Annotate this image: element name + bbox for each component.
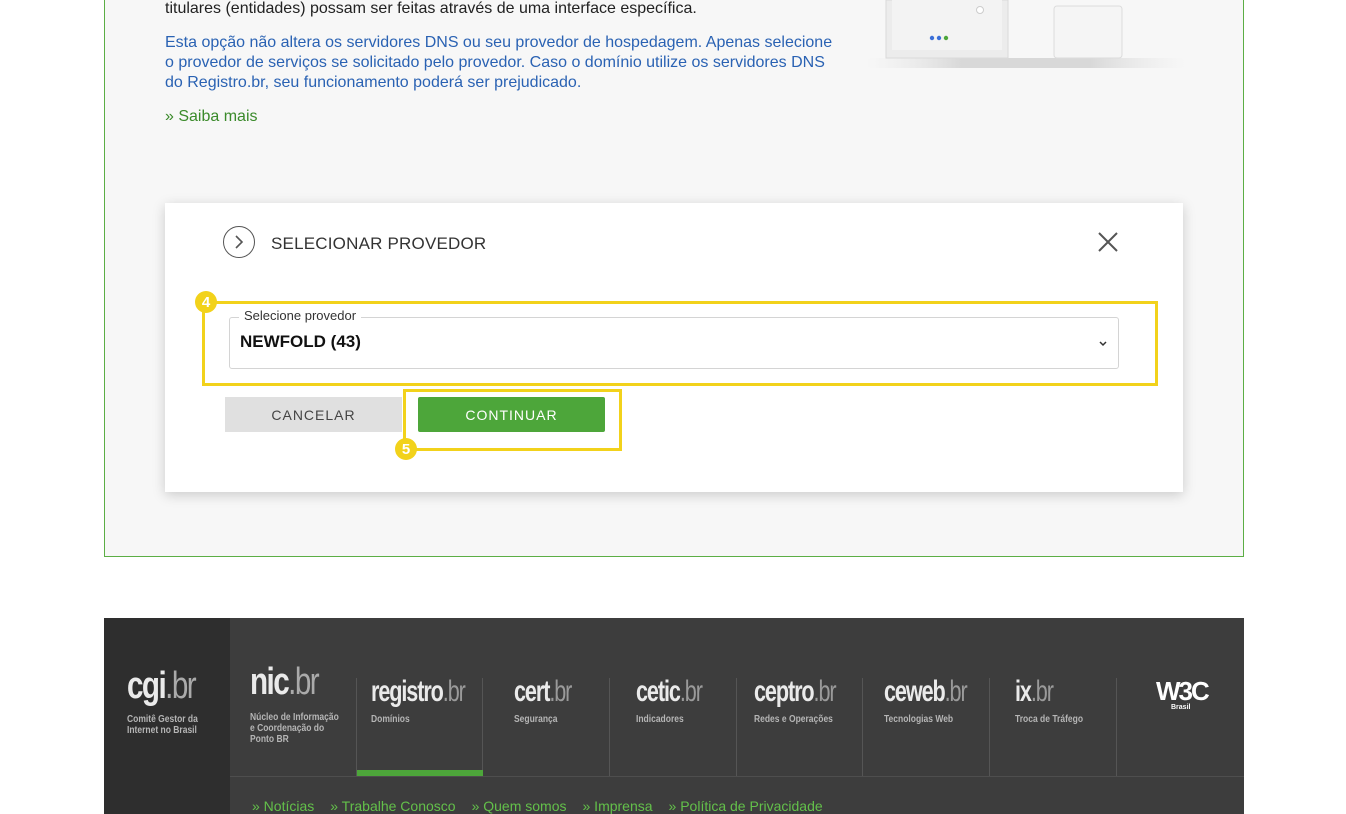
footer-divider — [230, 776, 1244, 777]
step-5-badge: 5 — [395, 438, 417, 460]
chevron-right-circle-icon — [223, 226, 255, 258]
continue-highlight — [403, 389, 622, 451]
registro-logo[interactable]: registro.br Domínios — [371, 676, 501, 726]
nic-logo[interactable]: nic.br Núcleo de Informação e Coordenaçã… — [250, 662, 354, 745]
ix-logo[interactable]: ix.br Troca de Tráfego — [1015, 676, 1095, 726]
modal-title: SELECIONAR PROVEDOR — [271, 234, 487, 253]
footer-separator — [609, 678, 610, 776]
cgi-logo[interactable]: cgi.br Comitê Gestor da Internet no Bras… — [127, 666, 214, 736]
dns-notice-text: Esta opção não altera os servidores DNS … — [165, 34, 833, 91]
footer-separator — [1116, 678, 1117, 776]
close-icon[interactable] — [1097, 231, 1119, 253]
select-highlight — [202, 301, 1158, 386]
step-4-badge: 4 — [195, 291, 217, 313]
ceweb-logo[interactable]: ceweb.br Tecnologias Web — [884, 676, 999, 726]
footer-link-imprensa[interactable]: » Imprensa — [583, 798, 653, 814]
cetic-logo[interactable]: cetic.br Indicadores — [636, 676, 727, 726]
cert-logo[interactable]: cert.br Segurança — [514, 676, 594, 726]
footer-link-quem-somos[interactable]: » Quem somos — [472, 798, 567, 814]
cancel-button[interactable]: CANCELAR — [225, 397, 402, 432]
footer: cgi.br Comitê Gestor da Internet no Bras… — [104, 618, 1244, 814]
footer-links: » Notícias » Trabalhe Conosco » Quem som… — [252, 798, 823, 814]
footer-separator — [736, 678, 737, 776]
footer-link-trabalhe-conosco[interactable]: » Trabalhe Conosco — [330, 798, 455, 814]
footer-separator — [356, 678, 357, 776]
footer-link-noticias[interactable]: » Notícias — [252, 798, 314, 814]
ceptro-logo[interactable]: ceptro.br Redes e Operações — [754, 676, 867, 726]
footer-link-privacidade[interactable]: » Política de Privacidade — [669, 798, 823, 814]
intro-text: titulares (entidades) possam ser feitas … — [165, 0, 697, 17]
w3c-logo[interactable]: W3C — [1156, 676, 1210, 707]
saiba-mais-link[interactable]: » Saiba mais — [165, 108, 258, 126]
device-illustration — [866, 0, 1186, 68]
w3c-brasil-label: Brasil — [1171, 704, 1191, 711]
